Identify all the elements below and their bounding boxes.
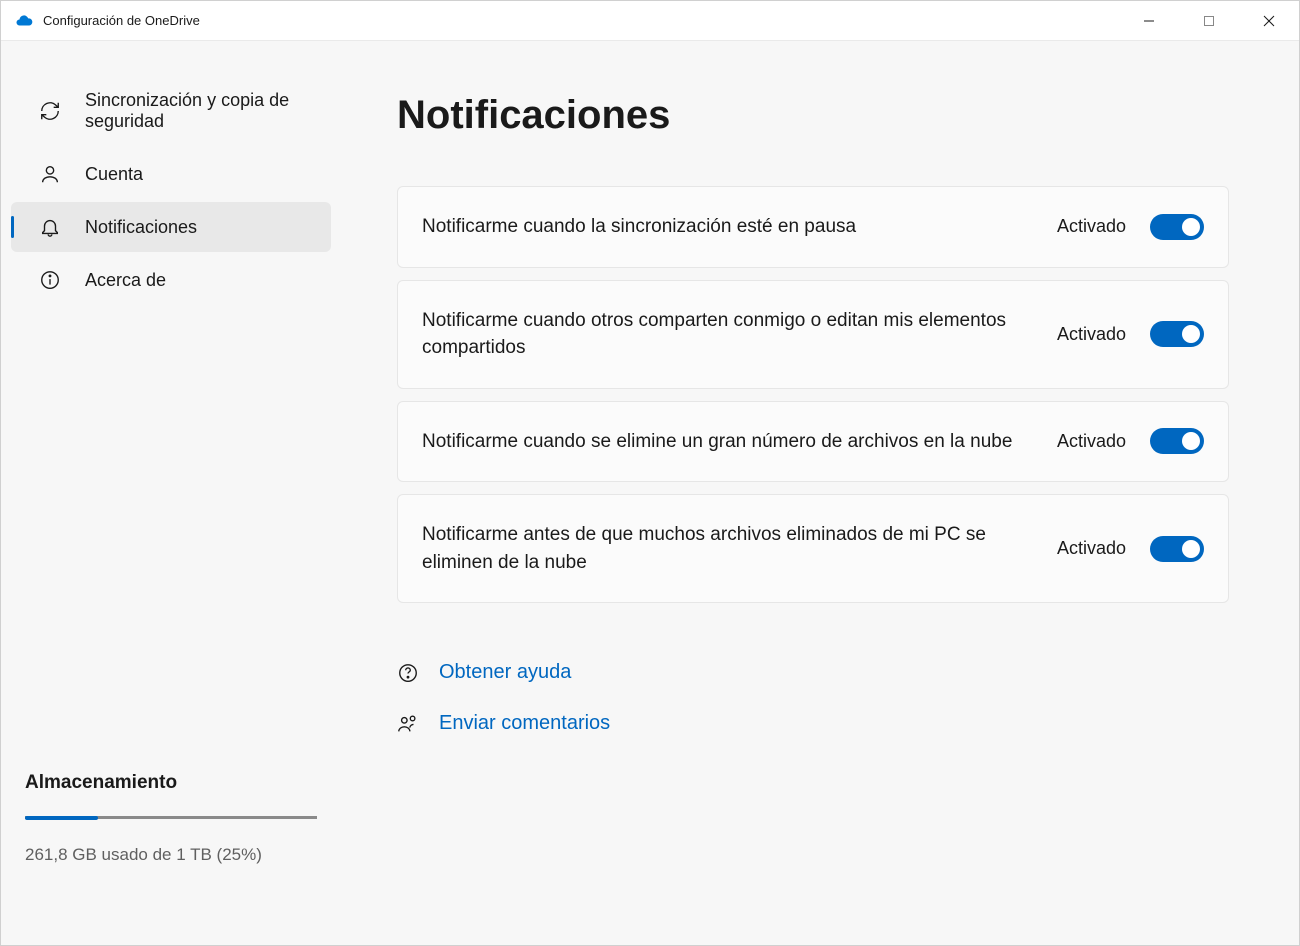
toggle-cloud-delete[interactable] [1150, 428, 1204, 454]
nav-label: Acerca de [85, 270, 166, 291]
account-icon [39, 163, 61, 185]
nav-item-notifications[interactable]: Notificaciones [11, 202, 331, 252]
feedback-text: Enviar comentarios [439, 712, 610, 735]
toggle-thumb [1182, 218, 1200, 236]
toggle-pc-delete[interactable] [1150, 536, 1204, 562]
nav-label: Notificaciones [85, 217, 197, 238]
nav-list: Sincronización y copia de seguridad Cuen… [1, 73, 341, 308]
setting-label: Notificarme cuando se elimine un gran nú… [422, 428, 1033, 456]
toggle-sync-paused[interactable] [1150, 214, 1204, 240]
feedback-link[interactable]: Enviar comentarios [397, 712, 1229, 735]
window-title: Configuración de OneDrive [43, 13, 200, 28]
toggle-thumb [1182, 432, 1200, 450]
setting-label: Notificarme cuando otros comparten conmi… [422, 307, 1033, 362]
setting-label: Notificarme antes de que muchos archivos… [422, 521, 1033, 576]
nav-item-account[interactable]: Cuenta [11, 149, 331, 199]
get-help-text: Obtener ayuda [439, 661, 571, 684]
window: Configuración de OneDrive Sincronización… [0, 0, 1300, 946]
toggle-thumb [1182, 325, 1200, 343]
help-links: Obtener ayuda Enviar comentarios [397, 661, 1229, 735]
get-help-link[interactable]: Obtener ayuda [397, 661, 1229, 684]
storage-title: Almacenamiento [25, 772, 317, 794]
toggle-state: Activado [1057, 431, 1126, 452]
storage-section: Almacenamiento 261,8 GB usado de 1 TB (2… [1, 772, 341, 945]
toggle-state: Activado [1057, 324, 1126, 345]
window-controls [1119, 1, 1299, 41]
sidebar: Sincronización y copia de seguridad Cuen… [1, 41, 341, 945]
page-title: Notificaciones [397, 93, 1229, 138]
storage-text: 261,8 GB usado de 1 TB (25%) [25, 845, 317, 865]
storage-bar-fill [25, 816, 98, 820]
nav-item-sync[interactable]: Sincronización y copia de seguridad [11, 76, 331, 146]
toggle-sharing[interactable] [1150, 321, 1204, 347]
toggle-thumb [1182, 540, 1200, 558]
setting-sharing: Notificarme cuando otros comparten conmi… [397, 280, 1229, 389]
feedback-icon [397, 713, 419, 735]
setting-label: Notificarme cuando la sincronización est… [422, 213, 1033, 241]
nav-label: Sincronización y copia de seguridad [85, 90, 313, 132]
info-icon [39, 269, 61, 291]
nav-item-about[interactable]: Acerca de [11, 255, 331, 305]
setting-pc-delete: Notificarme antes de que muchos archivos… [397, 494, 1229, 603]
sync-icon [39, 100, 61, 122]
minimize-button[interactable] [1119, 1, 1179, 41]
toggle-state: Activado [1057, 538, 1126, 559]
toggle-state: Activado [1057, 216, 1126, 237]
help-icon [397, 662, 419, 684]
setting-sync-paused: Notificarme cuando la sincronización est… [397, 186, 1229, 268]
nav-label: Cuenta [85, 164, 143, 185]
content-area: Sincronización y copia de seguridad Cuen… [1, 41, 1299, 945]
cloud-icon [15, 12, 33, 30]
maximize-button[interactable] [1179, 1, 1239, 41]
close-button[interactable] [1239, 1, 1299, 41]
setting-cloud-delete: Notificarme cuando se elimine un gran nú… [397, 401, 1229, 483]
storage-bar [25, 816, 317, 819]
main-content: Notificaciones Notificarme cuando la sin… [341, 41, 1299, 945]
bell-icon [39, 216, 61, 238]
titlebar: Configuración de OneDrive [1, 1, 1299, 41]
